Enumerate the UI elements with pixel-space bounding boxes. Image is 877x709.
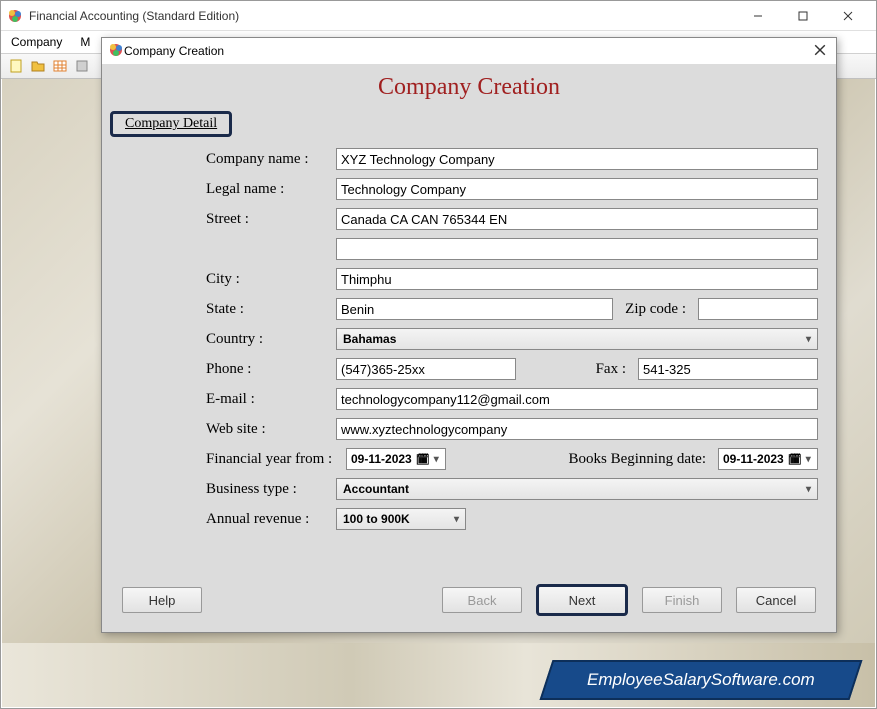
app-title: Financial Accounting (Standard Edition) xyxy=(29,9,735,23)
maximize-button[interactable] xyxy=(780,2,825,30)
label-street: Street : xyxy=(206,211,336,228)
cancel-button[interactable]: Cancel xyxy=(736,587,816,613)
table-icon[interactable] xyxy=(51,57,69,75)
fy-from-value: 09-11-2023 xyxy=(351,452,412,466)
chevron-down-icon: ▾ xyxy=(806,454,811,465)
label-fy-from: Financial year from : xyxy=(206,451,346,468)
label-state: State : xyxy=(206,301,336,318)
email-field[interactable] xyxy=(336,388,818,410)
calendar-icon: 🗓 xyxy=(416,453,430,466)
label-fax: Fax : xyxy=(590,361,632,378)
toolbar-icon-4[interactable] xyxy=(73,57,91,75)
business-type-value: Accountant xyxy=(343,482,409,496)
dialog-heading: Company Creation xyxy=(116,74,822,101)
label-company-name: Company name : xyxy=(206,151,336,168)
menu-company[interactable]: Company xyxy=(11,35,62,49)
dialog-body: Company Creation Company Detail Company … xyxy=(102,64,836,632)
label-zip: Zip code : xyxy=(619,301,692,318)
titlebar: Financial Accounting (Standard Edition) xyxy=(1,1,876,31)
zip-field[interactable] xyxy=(698,298,818,320)
main-window: Financial Accounting (Standard Edition) … xyxy=(0,0,877,709)
dialog-titlebar: Company Creation xyxy=(102,38,836,64)
dialog-title: Company Creation xyxy=(124,44,810,58)
state-field[interactable] xyxy=(336,298,613,320)
street1-field[interactable] xyxy=(336,208,818,230)
label-annual-revenue: Annual revenue : xyxy=(206,511,336,528)
company-name-field[interactable] xyxy=(336,148,818,170)
city-field[interactable] xyxy=(336,268,818,290)
footer-text: EmployeeSalarySoftware.com xyxy=(587,670,815,690)
country-select[interactable]: Bahamas ▾ xyxy=(336,328,818,350)
chevron-down-icon: ▾ xyxy=(806,334,811,345)
legal-name-field[interactable] xyxy=(336,178,818,200)
menu-m[interactable]: M xyxy=(80,35,90,49)
dialog-close-button[interactable] xyxy=(810,43,830,59)
section-company-detail: Company Detail xyxy=(110,111,232,137)
label-business-type: Business type : xyxy=(206,481,336,498)
country-value: Bahamas xyxy=(343,332,396,346)
new-file-icon[interactable] xyxy=(7,57,25,75)
app-icon xyxy=(7,8,23,24)
annual-revenue-select[interactable]: 100 to 900K ▾ xyxy=(336,508,466,530)
business-type-select[interactable]: Accountant ▾ xyxy=(336,478,818,500)
label-email: E-mail : xyxy=(206,391,336,408)
dialog-icon xyxy=(108,42,124,61)
window-controls xyxy=(735,2,870,30)
website-field[interactable] xyxy=(336,418,818,440)
help-button[interactable]: Help xyxy=(122,587,202,613)
chevron-down-icon: ▾ xyxy=(434,454,439,465)
books-begin-datepicker[interactable]: 09-11-2023 🗓 ▾ xyxy=(718,448,818,470)
label-country: Country : xyxy=(206,331,336,348)
annual-revenue-value: 100 to 900K xyxy=(343,512,410,526)
label-city: City : xyxy=(206,271,336,288)
label-books-begin: Books Beginning date: xyxy=(563,451,713,468)
chevron-down-icon: ▾ xyxy=(454,514,459,525)
company-creation-dialog: Company Creation Company Creation Compan… xyxy=(101,37,837,633)
label-legal-name: Legal name : xyxy=(206,181,336,198)
form-area: Company name : Legal name : Street : Ci xyxy=(116,147,822,576)
calendar-icon: 🗓 xyxy=(788,453,802,466)
phone-field[interactable] xyxy=(336,358,516,380)
next-button[interactable]: Next xyxy=(536,584,628,616)
minimize-button[interactable] xyxy=(735,2,780,30)
chevron-down-icon: ▾ xyxy=(806,484,811,495)
open-folder-icon[interactable] xyxy=(29,57,47,75)
close-button[interactable] xyxy=(825,2,870,30)
label-phone: Phone : xyxy=(206,361,336,378)
footer-banner: EmployeeSalarySoftware.com xyxy=(540,660,863,700)
books-begin-value: 09-11-2023 xyxy=(723,452,784,466)
fax-field[interactable] xyxy=(638,358,818,380)
finish-button[interactable]: Finish xyxy=(642,587,722,613)
street2-field[interactable] xyxy=(336,238,818,260)
dialog-button-row: Help Back Next Finish Cancel xyxy=(116,576,822,618)
back-button[interactable]: Back xyxy=(442,587,522,613)
label-website: Web site : xyxy=(206,421,336,438)
fy-from-datepicker[interactable]: 09-11-2023 🗓 ▾ xyxy=(346,448,446,470)
